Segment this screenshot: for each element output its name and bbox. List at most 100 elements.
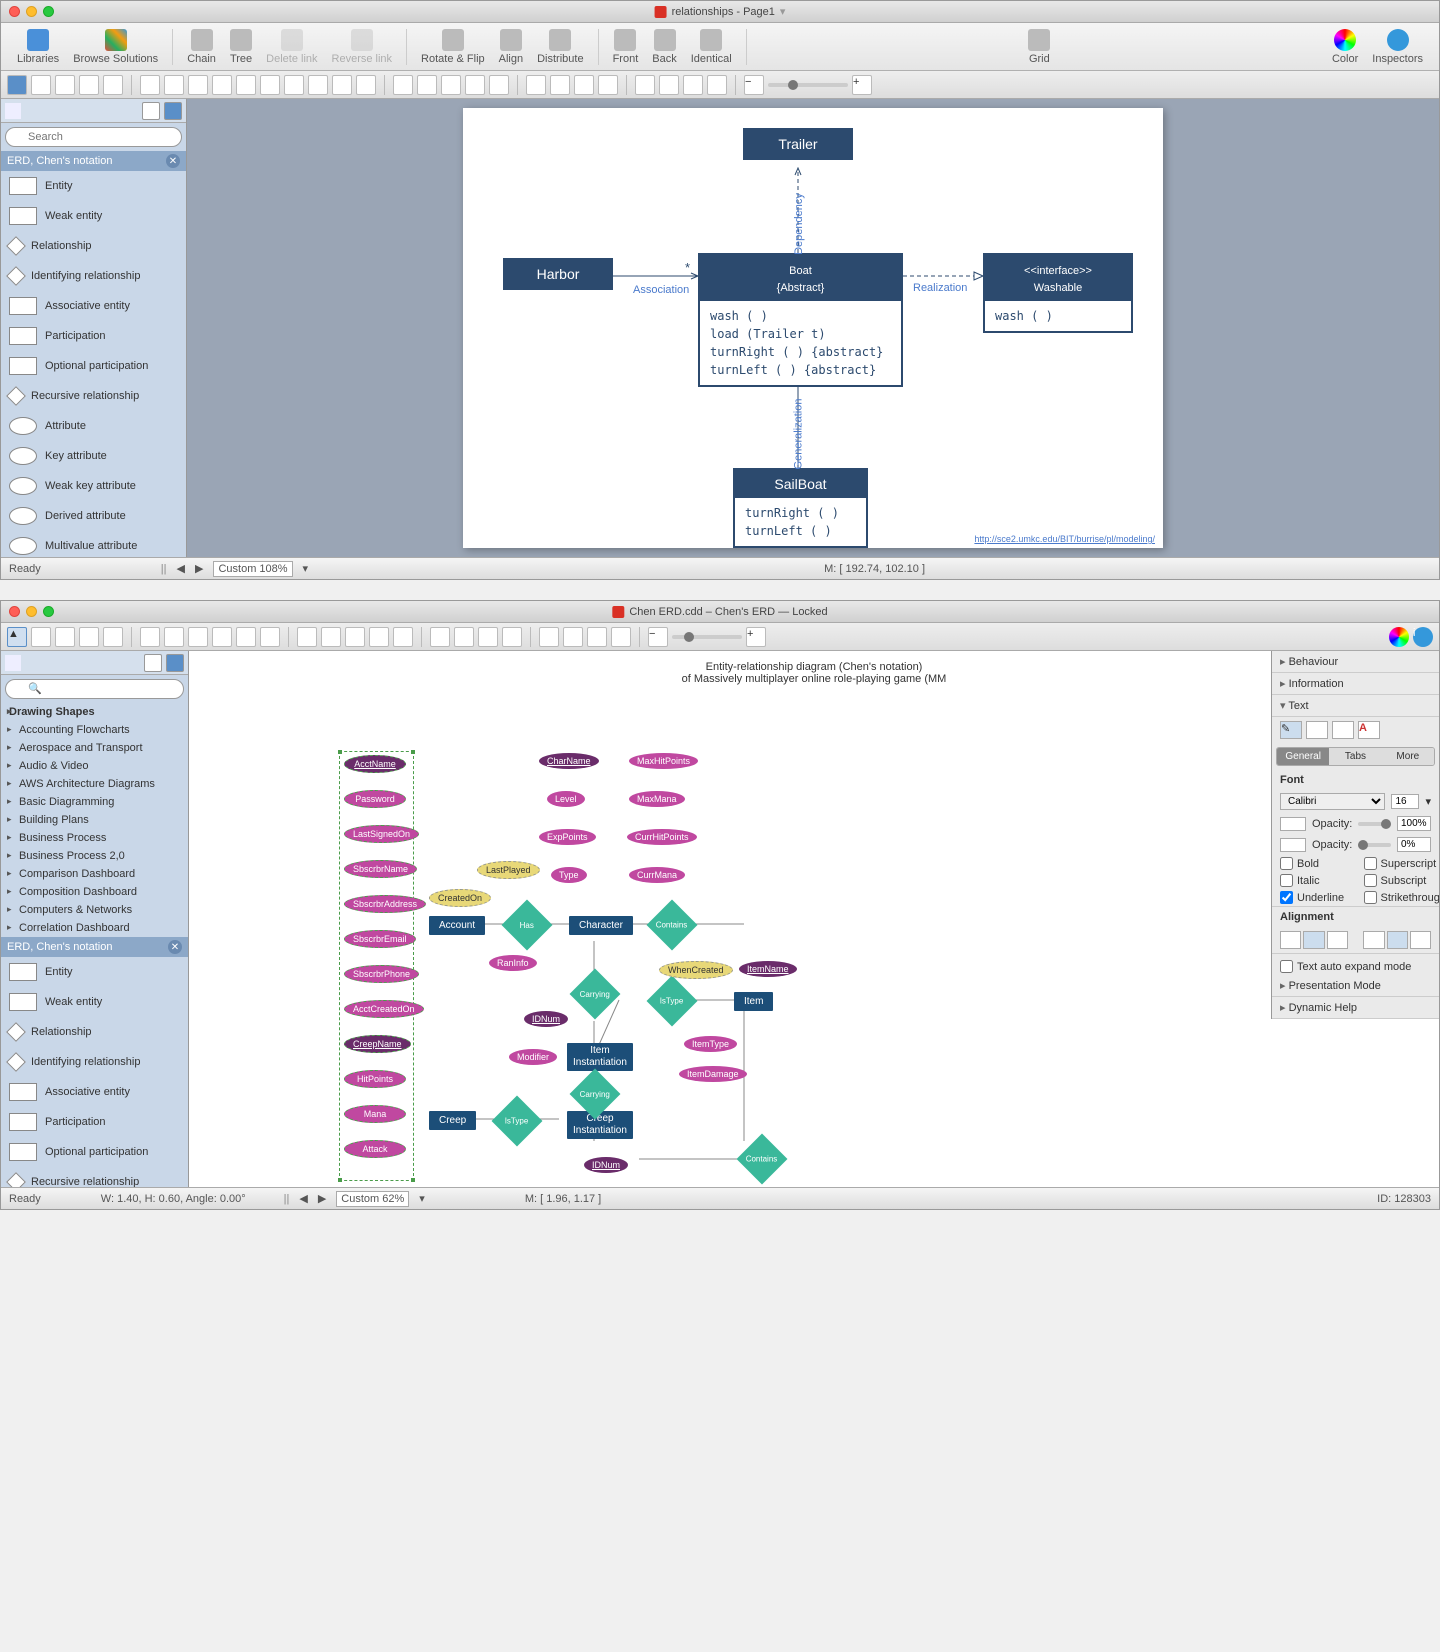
tool-4[interactable] [79, 627, 99, 647]
sidebar-handle-icon[interactable] [5, 103, 21, 119]
attr-selected[interactable]: AcctName [344, 755, 406, 773]
arrow-tool-3[interactable] [574, 75, 594, 95]
conn-tool-5[interactable] [236, 75, 256, 95]
folder-item[interactable]: Composition Dashboard [1, 883, 188, 901]
folder-item[interactable]: Business Process [1, 829, 188, 847]
check-superscript[interactable] [1364, 857, 1377, 870]
align-center[interactable] [1303, 931, 1324, 949]
conn-5[interactable] [236, 627, 256, 647]
back-button[interactable]: Back [646, 27, 682, 67]
uml-class-boat[interactable]: Boat{Abstract} wash ( )load (Trailer t)t… [698, 253, 903, 387]
library-header[interactable]: ERD, Chen's notation ✕ [1, 151, 186, 171]
uml-class-harbor[interactable]: Harbor [503, 258, 613, 290]
arrow-1[interactable] [430, 627, 450, 647]
align-right[interactable] [1327, 931, 1348, 949]
library-close-button[interactable]: ✕ [166, 154, 180, 168]
library-item[interactable]: Participation [1, 1107, 188, 1137]
titlebar[interactable]: relationships - Page1 ▾ [1, 1, 1439, 23]
library-item[interactable]: Key attribute [1, 441, 186, 471]
line-2[interactable] [321, 627, 341, 647]
zoom-out-tool[interactable] [659, 75, 679, 95]
ellipse-tool[interactable] [55, 75, 75, 95]
attr-maxmana[interactable]: MaxMana [629, 791, 685, 807]
inspector-tab-more[interactable]: More [1382, 748, 1434, 765]
search-tab-button[interactable] [166, 654, 184, 672]
maximize-button[interactable] [43, 6, 54, 17]
rotate-flip-button[interactable]: Rotate & Flip [415, 27, 491, 67]
library-item[interactable]: Recursive relationship [1, 381, 186, 411]
arrow-2[interactable] [454, 627, 474, 647]
canvas-area[interactable]: Entity-relationship diagram (Chen's nota… [189, 651, 1439, 1187]
conn-tool-1[interactable] [140, 75, 160, 95]
uml-class-sailboat[interactable]: SailBoat turnRight ( )turnLeft ( ) [733, 468, 868, 548]
zoom-minus[interactable]: − [744, 75, 764, 95]
rel-carrying1[interactable]: Carrying [570, 969, 621, 1020]
search-tab-button[interactable] [164, 102, 182, 120]
folder-item[interactable]: AWS Architecture Diagrams [1, 775, 188, 793]
close-button[interactable] [9, 606, 20, 617]
maximize-button[interactable] [43, 606, 54, 617]
line-4[interactable] [369, 627, 389, 647]
inspector-information[interactable]: Information [1272, 673, 1439, 695]
library-item[interactable]: Recursive relationship [1, 1167, 188, 1187]
valign-middle[interactable] [1387, 931, 1408, 949]
tool-5[interactable] [103, 627, 123, 647]
check-underline[interactable] [1280, 891, 1293, 904]
arrow-tool-4[interactable] [598, 75, 618, 95]
info-button[interactable]: i [1413, 627, 1433, 647]
reverse-link-button[interactable]: Reverse link [326, 27, 399, 67]
attr-itemdamage[interactable]: ItemDamage [679, 1066, 747, 1082]
folder-item[interactable]: Accounting Flowcharts [1, 721, 188, 739]
rel-istype2[interactable]: IsType [492, 1096, 543, 1147]
conn-tool-8[interactable] [308, 75, 328, 95]
inspector-tab-tabs[interactable]: Tabs [1329, 748, 1381, 765]
tool-4[interactable] [79, 75, 99, 95]
library-item[interactable]: Relationship [1, 1017, 188, 1047]
line-5[interactable] [393, 627, 413, 647]
conn-6[interactable] [260, 627, 280, 647]
rect-tool[interactable] [31, 75, 51, 95]
pointer-tool[interactable] [7, 75, 27, 95]
line-tool-4[interactable] [465, 75, 485, 95]
grid-view-button[interactable] [142, 102, 160, 120]
conn-tool-6[interactable] [260, 75, 280, 95]
distribute-button[interactable]: Distribute [531, 27, 589, 67]
stepper-icon[interactable]: ▾ [1425, 795, 1431, 808]
pan-tool[interactable] [683, 75, 703, 95]
library-item[interactable]: Optional participation [1, 351, 186, 381]
library-item[interactable]: Multivalue attribute [1, 531, 186, 557]
attr-type[interactable]: Type [551, 867, 587, 883]
conn-tool-7[interactable] [284, 75, 304, 95]
font-icon[interactable]: A [1358, 721, 1380, 739]
opacity-swatch-2[interactable] [1280, 838, 1306, 852]
conn-2[interactable] [164, 627, 184, 647]
attr-idnum2[interactable]: IDNum [584, 1157, 628, 1173]
library-item[interactable]: Relationship [1, 231, 186, 261]
border-icon[interactable] [1332, 721, 1354, 739]
page-nav-next[interactable]: ▶ [318, 1192, 326, 1205]
source-url[interactable]: http://sce2.umkc.edu/BIT/burrise/pl/mode… [974, 534, 1155, 544]
pointer-tool[interactable]: ▲ [7, 627, 27, 647]
line-tool-1[interactable] [393, 75, 413, 95]
attr-itemname[interactable]: ItemName [739, 961, 797, 977]
conn-tool-10[interactable] [356, 75, 376, 95]
attr-selected[interactable]: HitPoints [344, 1070, 406, 1088]
folder-item[interactable]: Comparison Dashboard [1, 865, 188, 883]
attr-currmana[interactable]: CurrMana [629, 867, 685, 883]
zoom-select[interactable]: Custom 62% [336, 1191, 409, 1207]
library-item[interactable]: Associative entity [1, 291, 186, 321]
libraries-button[interactable]: Libraries [11, 27, 65, 67]
uml-interface-washable[interactable]: <<interface>>Washable wash ( ) [983, 253, 1133, 333]
attr-exp[interactable]: ExpPoints [539, 829, 596, 845]
grid-view-button[interactable] [144, 654, 162, 672]
titlebar[interactable]: Chen ERD.cdd – Chen's ERD — Locked [1, 601, 1439, 623]
folder-item[interactable]: Business Process 2,0 [1, 847, 188, 865]
auto-expand-checkbox[interactable] [1280, 960, 1293, 973]
inspector-tab-general[interactable]: General [1277, 748, 1329, 765]
attr-lastplayed[interactable]: LastPlayed [477, 861, 540, 879]
opacity-slider-1[interactable] [1358, 822, 1391, 826]
library-item[interactable]: Weak entity [1, 201, 186, 231]
font-select[interactable]: Calibri [1280, 793, 1385, 810]
attr-maxhp[interactable]: MaxHitPoints [629, 753, 698, 769]
library-item[interactable]: Participation [1, 321, 186, 351]
